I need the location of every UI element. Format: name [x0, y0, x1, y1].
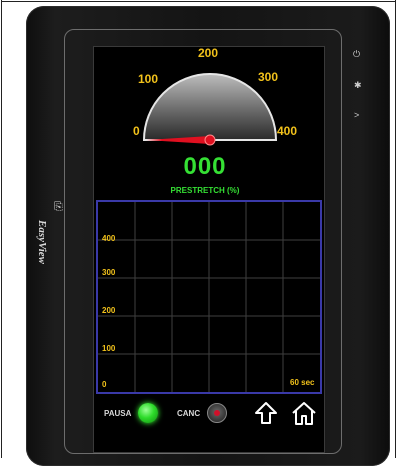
prestretch-value: 000	[183, 153, 227, 180]
trend-chart: 400 300 200 100 0 60 sec	[96, 200, 322, 394]
canc-label: CANC	[177, 409, 201, 418]
y-tick-300: 300	[102, 268, 116, 277]
gauge-dial	[142, 73, 278, 141]
frame-left-line	[1, 0, 2, 458]
y-tick-0: 0	[102, 380, 107, 389]
signal-icon: >	[354, 110, 360, 120]
frame-right-line	[395, 0, 396, 458]
frame-top-line	[1, 1, 396, 2]
gauge-hub	[204, 134, 216, 146]
gauge-label-300: 300	[258, 70, 279, 84]
light-icon: ✱	[354, 80, 362, 90]
home-icon[interactable]	[290, 400, 318, 426]
prestretch-caption: PRESTRETCH (%)	[170, 186, 240, 195]
x-time-span: 60 sec	[290, 378, 315, 387]
y-tick-200: 200	[102, 306, 116, 315]
gauge-label-100: 100	[138, 72, 159, 86]
canc-led	[214, 410, 220, 416]
brand-name: EasyView	[36, 220, 48, 265]
power-icon: ⏻	[353, 49, 361, 59]
pausa-button[interactable]	[138, 403, 158, 423]
brand-logo-icon: ⎘	[54, 201, 63, 213]
pausa-label: PAUSA	[104, 409, 132, 418]
up-arrow-icon[interactable]	[254, 401, 278, 425]
trend-grid	[98, 202, 320, 392]
gauge-label-200: 200	[198, 46, 219, 60]
canc-button[interactable]	[207, 403, 227, 423]
y-tick-100: 100	[102, 344, 116, 353]
gauge-label-400: 400	[277, 124, 298, 138]
gauge-label-0: 0	[133, 124, 140, 138]
y-tick-400: 400	[102, 234, 116, 243]
